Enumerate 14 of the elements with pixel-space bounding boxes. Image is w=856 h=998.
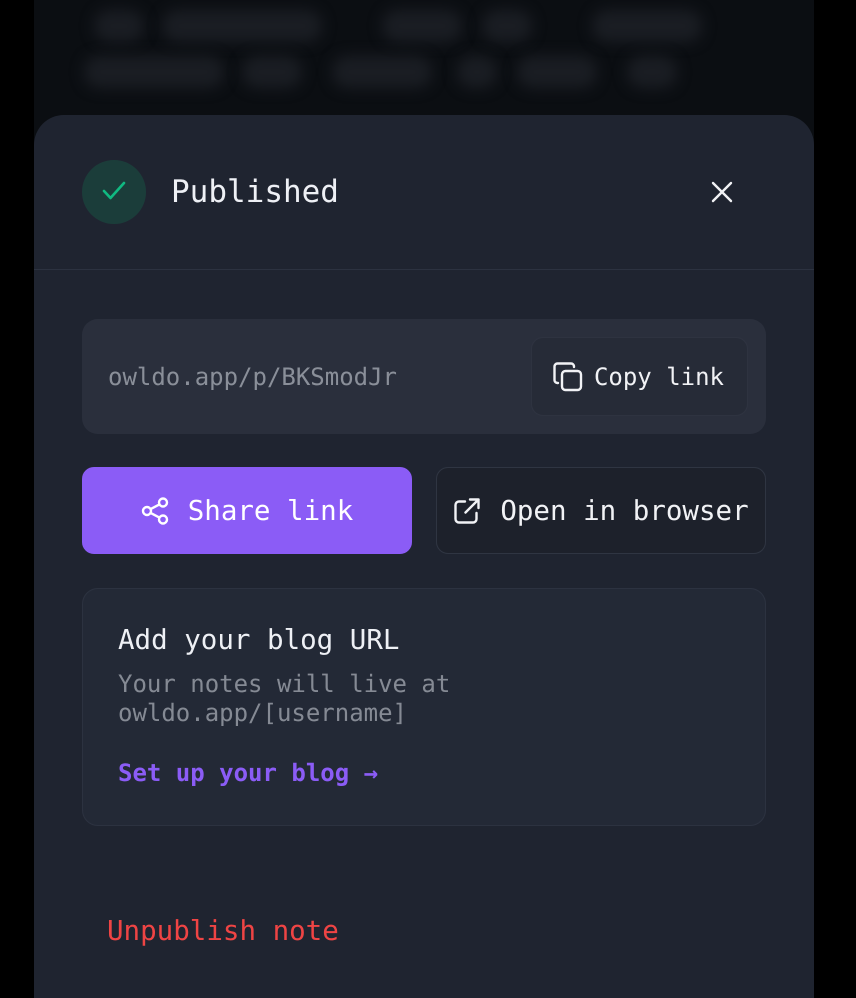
share-link-button[interactable]: Share link xyxy=(82,467,412,554)
close-icon xyxy=(711,181,733,203)
link-url: owldo.app/p/BKSmodJr xyxy=(108,362,398,392)
copy-icon xyxy=(552,362,583,392)
open-in-browser-button[interactable]: Open in browser xyxy=(436,467,766,554)
copy-link-button[interactable]: Copy link xyxy=(530,337,748,416)
share-icon xyxy=(140,496,169,524)
card-description: Your notes will live at owldo.app/[username] xyxy=(118,670,452,728)
external-link-icon xyxy=(453,496,482,524)
set-up-blog-link[interactable]: Set up your blog → xyxy=(118,756,378,790)
card-title: Add your blog URL xyxy=(118,623,400,658)
dialog-title: Published xyxy=(171,173,340,212)
unpublish-note-button[interactable]: Unpublish note xyxy=(82,896,364,966)
check-icon xyxy=(82,160,146,224)
